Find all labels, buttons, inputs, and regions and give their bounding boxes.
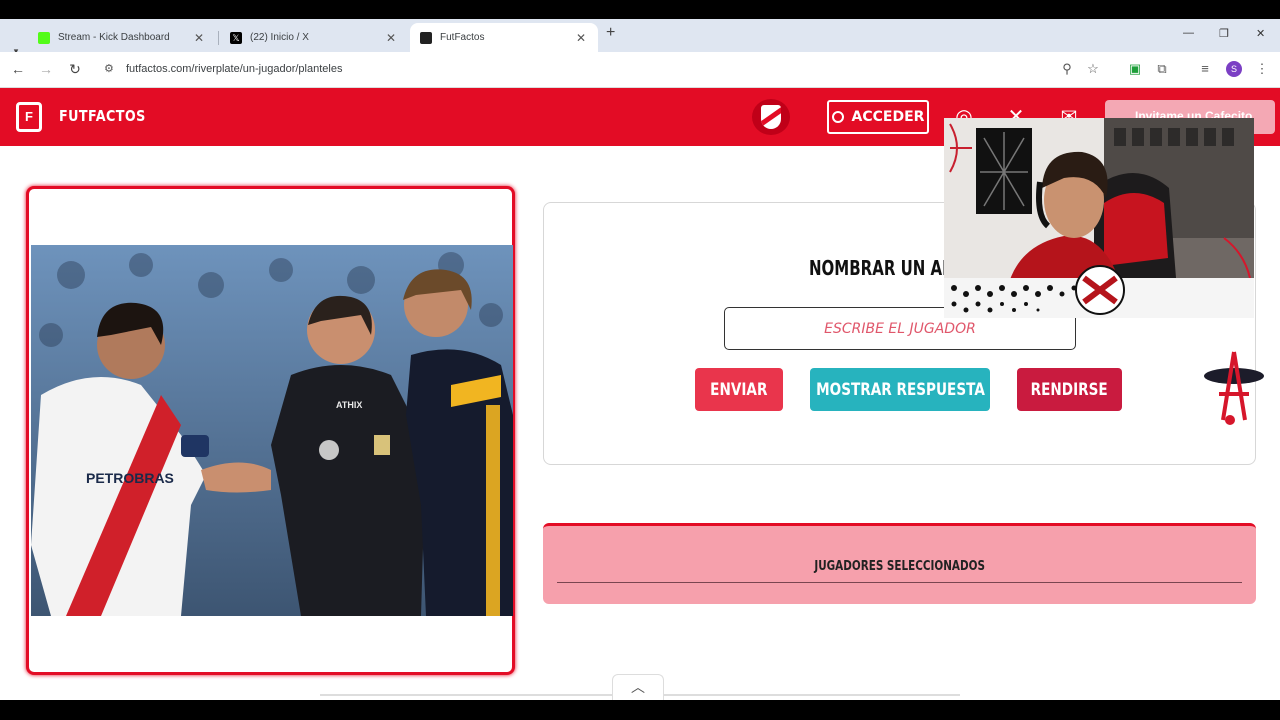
site-info-icon[interactable]: ⚙: [104, 62, 114, 75]
menu-dots-icon[interactable]: ⋮: [1253, 61, 1271, 77]
tab-title: (22) Inicio / X: [250, 32, 309, 43]
bottom-black-bar: [0, 700, 1280, 720]
media-icon[interactable]: ≡: [1196, 61, 1214, 76]
kick-icon: [38, 31, 50, 44]
players-illustration: PETROBRAS ATHIX: [31, 245, 513, 616]
show-answer-label: MOSTRAR RESPUESTA: [815, 379, 985, 400]
tab-title: Stream - Kick Dashboard: [58, 32, 170, 43]
forward-icon[interactable]: →: [37, 61, 55, 77]
back-icon[interactable]: ←: [9, 61, 27, 77]
scroll-up-button[interactable]: ︿: [612, 674, 664, 700]
login-label: ACCEDER: [851, 109, 925, 125]
brand-name[interactable]: FUTFACTOS: [59, 107, 146, 125]
login-button[interactable]: ACCEDER: [827, 100, 929, 134]
address-bar: ← → ↻ ⚙ futfactos.com/riverplate/un-juga…: [0, 52, 1280, 88]
chevron-up-icon: ︿: [631, 679, 645, 695]
quiz-question: NOMBRAR UN ARQ: [809, 256, 967, 280]
divider: [557, 582, 1242, 583]
selected-players-panel: JUGADORES SELECCIONADOS: [543, 523, 1256, 604]
window-close-icon[interactable]: ✕: [1256, 27, 1265, 40]
profile-avatar[interactable]: S: [1226, 61, 1242, 77]
top-black-bar: [0, 0, 1280, 19]
streamer-webcam-illustration: [944, 118, 1254, 318]
futfactos-logo-icon[interactable]: F: [16, 102, 42, 132]
selected-players-title: JUGADORES SELECCIONADOS: [814, 559, 985, 574]
match-photo: PETROBRAS ATHIX: [31, 245, 513, 616]
extension-game-icon[interactable]: ▣: [1126, 61, 1144, 77]
reload-icon[interactable]: ↻: [66, 61, 84, 78]
close-icon[interactable]: ✕: [574, 31, 588, 45]
zoom-icon[interactable]: ⚲: [1058, 61, 1076, 77]
svg-text:ATHIX: ATHIX: [336, 400, 362, 410]
minimize-icon[interactable]: —: [1183, 27, 1194, 39]
close-icon[interactable]: ✕: [384, 31, 398, 45]
new-tab-icon[interactable]: +: [606, 24, 615, 42]
tab-x[interactable]: 𝕏 (22) Inicio / X ✕: [220, 23, 408, 52]
webcam-overlay: [944, 118, 1254, 318]
close-icon[interactable]: ✕: [192, 31, 206, 45]
svg-text:PETROBRAS: PETROBRAS: [86, 470, 174, 486]
tab-separator: [218, 31, 219, 45]
river-plate-crest-icon[interactable]: [752, 99, 790, 135]
futfactos-icon: [420, 31, 432, 44]
give-up-label: RENDIRSE: [1030, 379, 1109, 400]
player-photo-card: PETROBRAS ATHIX: [26, 186, 515, 675]
bookmark-star-icon[interactable]: ☆: [1084, 61, 1102, 77]
tab-title: FutFactos: [440, 32, 485, 43]
spiderman-sticker-icon: [1204, 351, 1264, 425]
extensions-puzzle-icon[interactable]: ⧉: [1153, 61, 1171, 77]
show-answer-button[interactable]: MOSTRAR RESPUESTA: [810, 368, 990, 411]
user-icon: [831, 111, 844, 123]
send-label: ENVIAR: [710, 379, 768, 400]
give-up-button[interactable]: RENDIRSE: [1017, 368, 1122, 411]
restore-icon[interactable]: ❐: [1219, 27, 1229, 40]
url-field[interactable]: futfactos.com/riverplate/un-jugador/plan…: [126, 63, 342, 75]
send-button[interactable]: ENVIAR: [695, 368, 783, 411]
tab-futfactos[interactable]: FutFactos ✕: [410, 23, 598, 52]
tab-kick[interactable]: Stream - Kick Dashboard ✕: [28, 23, 216, 52]
browser-tabstrip: ▾ Stream - Kick Dashboard ✕ 𝕏 (22) Inici…: [0, 19, 1280, 56]
x-icon: 𝕏: [230, 31, 242, 44]
